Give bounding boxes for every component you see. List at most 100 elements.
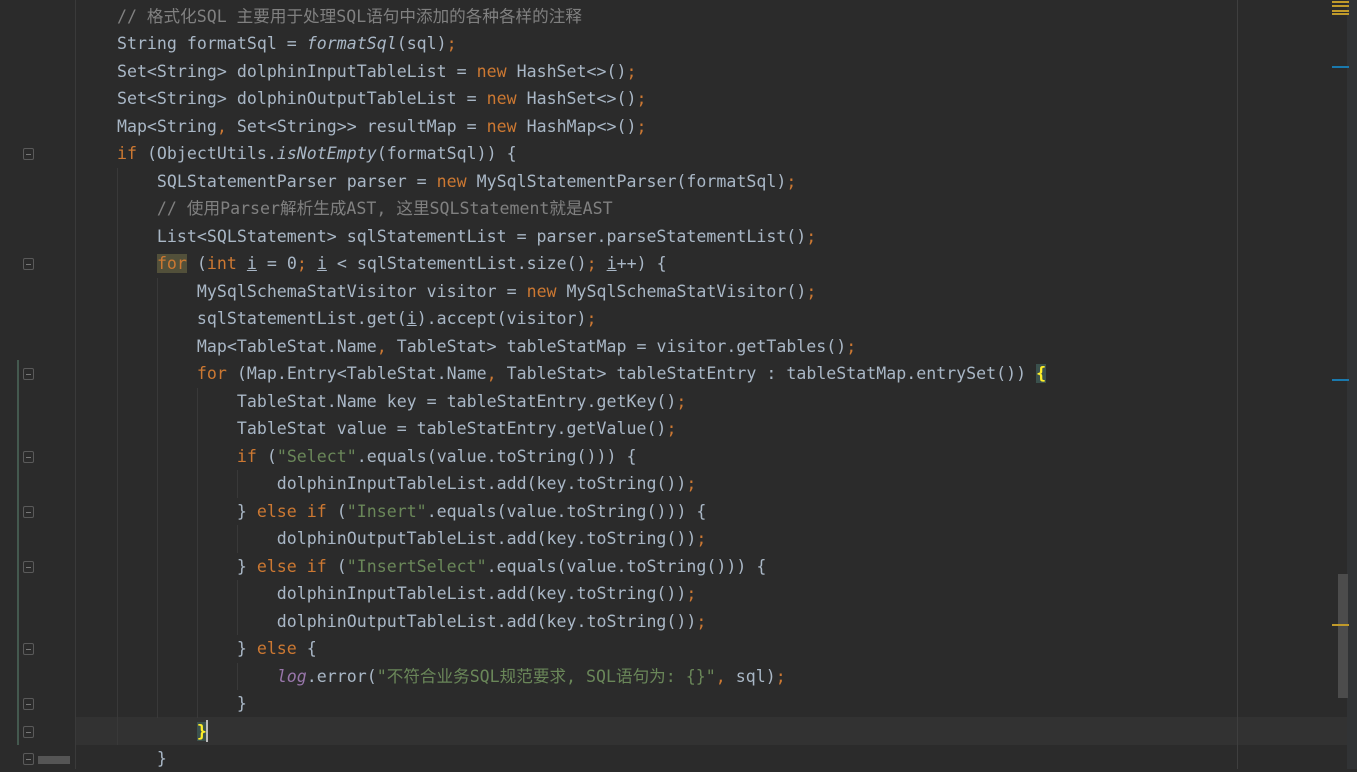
code-token: .error(	[306, 666, 377, 686]
code-line[interactable]: TableStat value = tableStatEntry.getValu…	[77, 415, 677, 442]
code-token: SQLStatementParser parser =	[77, 171, 437, 191]
code-token: ;	[775, 666, 786, 686]
code-token: else if	[256, 556, 327, 576]
code-token: }	[77, 501, 257, 521]
error-stripe-marker[interactable]	[1332, 5, 1349, 7]
code-token: ;	[296, 254, 307, 273]
error-stripe-marker[interactable]	[1332, 1, 1349, 3]
fold-marker-icon[interactable]	[23, 560, 34, 573]
code-token: TableStat> tableStatMap = visitor.getTab…	[386, 336, 847, 356]
code-token: dolphinInputTableList.add(key.toString()…	[77, 474, 687, 493]
code-token: i	[246, 254, 257, 273]
code-token: ).accept(visitor)	[416, 309, 587, 328]
code-token: formatSql	[306, 34, 397, 53]
code-token: {	[296, 639, 317, 658]
code-token: "InsertSelect"	[346, 556, 487, 576]
code-line[interactable]: }	[77, 745, 167, 772]
fold-marker-icon[interactable]	[23, 505, 34, 518]
editor-gutter[interactable]	[0, 0, 76, 769]
code-line[interactable]: for (int i = 0; i < sqlStatementList.siz…	[77, 250, 667, 277]
code-line[interactable]: }	[77, 718, 207, 745]
code-token: String formatSql =	[77, 34, 307, 53]
code-line[interactable]: // 使用Parser解析生成AST, 这里SQLStatement就是AST	[77, 195, 613, 222]
code-line[interactable]: for (Map.Entry<TableStat.Name, TableStat…	[77, 360, 1047, 387]
code-token: ;	[686, 584, 697, 603]
code-line[interactable]: if (ObjectUtils.isNotEmpty(formatSql)) {	[77, 140, 517, 167]
code-line[interactable]: } else if ("Insert".equals(value.toStrin…	[77, 498, 707, 525]
error-stripe-marker[interactable]	[1332, 10, 1349, 12]
code-token: new	[526, 281, 557, 301]
code-token: sql)	[725, 666, 776, 686]
code-line[interactable]: Map<TableStat.Name, TableStat> tableStat…	[77, 333, 856, 360]
horizontal-scrollbar[interactable]	[38, 756, 70, 764]
code-token: ;	[626, 61, 637, 81]
fold-marker-icon[interactable]	[23, 148, 34, 160]
code-line[interactable]: log.error("不符合业务SQL规范要求, SQL语句为: {}", sq…	[77, 663, 786, 690]
code-token: Map<TableStat.Name	[77, 336, 377, 356]
code-token: HashSet<>()	[516, 89, 637, 108]
fold-marker-icon[interactable]	[23, 368, 34, 380]
fold-marker-icon[interactable]	[23, 698, 34, 710]
code-token: isNotEmpty	[276, 144, 377, 163]
fold-marker-icon[interactable]	[23, 753, 34, 765]
vertical-scrollbar-track[interactable]	[1347, 0, 1357, 769]
code-line[interactable]: } else if ("InsertSelect".equals(value.t…	[77, 553, 767, 580]
code-line[interactable]: Map<String, Set<String>> resultMap = new…	[77, 113, 647, 140]
code-token: ;	[636, 116, 647, 136]
code-token: ,	[376, 336, 387, 356]
error-stripe-marker[interactable]	[1332, 624, 1349, 626]
fold-marker-icon[interactable]	[23, 450, 34, 463]
code-line[interactable]: dolphinInputTableList.add(key.toString()…	[77, 470, 697, 497]
code-token: }	[77, 694, 247, 713]
code-token: (Map.Entry<TableStat.Name	[226, 364, 487, 383]
code-token: ;	[806, 281, 817, 301]
right-margin-guide	[1237, 0, 1238, 769]
code-line[interactable]: TableStat.Name key = tableStatEntry.getK…	[77, 388, 687, 415]
code-token: "不符合业务SQL规范要求, SQL语句为: {}"	[376, 666, 716, 686]
code-token: MySqlSchemaStatVisitor visitor =	[77, 281, 527, 301]
fold-marker-icon[interactable]	[23, 258, 34, 270]
code-line[interactable]: } else {	[77, 635, 317, 662]
code-line[interactable]: Set<String> dolphinInputTableList = new …	[77, 58, 637, 85]
fold-marker-icon[interactable]	[23, 725, 34, 738]
code-token: for	[196, 364, 227, 383]
code-line[interactable]: }	[77, 690, 247, 717]
code-token: dolphinOutputTableList.add(key.toString(…	[77, 611, 697, 631]
code-editor[interactable]: // 格式化SQL 主要用于处理SQL语句中添加的各种各样的注释 String …	[0, 0, 1357, 769]
code-token: .equals(value.toString())) {	[356, 446, 637, 466]
vcs-change-marker[interactable]	[17, 360, 19, 745]
fold-marker-icon[interactable]	[23, 643, 34, 655]
error-stripe-marker[interactable]	[1332, 379, 1349, 381]
code-token: ;	[636, 89, 647, 108]
error-stripe-marker[interactable]	[1332, 13, 1349, 15]
code-line[interactable]: dolphinOutputTableList.add(key.toString(…	[77, 608, 707, 635]
code-token: if	[116, 144, 137, 163]
error-stripe-marker[interactable]	[1332, 66, 1349, 68]
code-line[interactable]: if ("Select".equals(value.toString())) {	[77, 443, 637, 470]
code-line[interactable]: Set<String> dolphinOutputTableList = new…	[77, 85, 647, 112]
code-token: ;	[666, 419, 677, 438]
code-token: int	[206, 254, 237, 273]
code-line[interactable]: List<SQLStatement> sqlStatementList = pa…	[77, 223, 816, 250]
code-token: Set<String> dolphinInputTableList =	[77, 61, 477, 81]
code-token: ;	[686, 474, 697, 493]
code-line[interactable]: dolphinOutputTableList.add(key.toString(…	[77, 525, 707, 552]
code-token: ;	[676, 391, 687, 411]
code-line[interactable]: dolphinInputTableList.add(key.toString()…	[77, 580, 697, 607]
code-line[interactable]: MySqlSchemaStatVisitor visitor = new MyS…	[77, 278, 816, 305]
vertical-scrollbar-thumb[interactable]	[1338, 574, 1348, 698]
code-line[interactable]: sqlStatementList.get(i).accept(visitor);	[77, 305, 597, 332]
code-line[interactable]: // 格式化SQL 主要用于处理SQL语句中添加的各种各样的注释	[77, 3, 582, 30]
code-token: else	[256, 639, 297, 658]
code-token: "Insert"	[346, 501, 427, 521]
code-token: =	[256, 254, 287, 273]
code-token: "Select"	[276, 446, 357, 466]
code-line[interactable]: SQLStatementParser parser = new MySqlSta…	[77, 168, 796, 195]
code-line[interactable]: String formatSql = formatSql(sql);	[77, 30, 457, 57]
